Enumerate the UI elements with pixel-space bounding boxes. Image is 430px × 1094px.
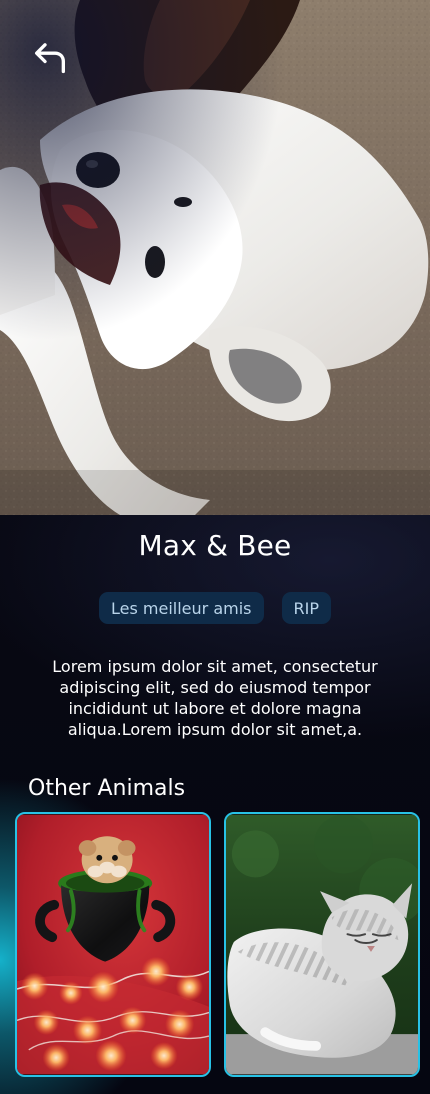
tag-rip[interactable]: RIP bbox=[281, 592, 331, 624]
animal-card-hamster[interactable] bbox=[15, 812, 211, 1077]
tag-best-friends[interactable]: Les meilleur amis bbox=[99, 592, 264, 624]
animal-card-cat[interactable] bbox=[224, 812, 420, 1077]
other-animals-heading: Other Animals bbox=[28, 776, 186, 801]
back-button[interactable] bbox=[30, 36, 70, 76]
description-text: Lorem ipsum dolor sit amet, consectetur … bbox=[52, 657, 378, 739]
hero-photo bbox=[0, 0, 430, 515]
details-section: Max & Bee Les meilleur amis RIP Lorem ip… bbox=[0, 515, 430, 1094]
tabby-cat-image bbox=[226, 814, 418, 1075]
hamster-in-cauldron-image bbox=[17, 814, 209, 1075]
tag-list: Les meilleur amis RIP bbox=[0, 592, 430, 624]
page-title: Max & Bee bbox=[138, 529, 292, 562]
other-animals-list bbox=[15, 812, 423, 1077]
back-arrow-icon bbox=[35, 42, 65, 73]
